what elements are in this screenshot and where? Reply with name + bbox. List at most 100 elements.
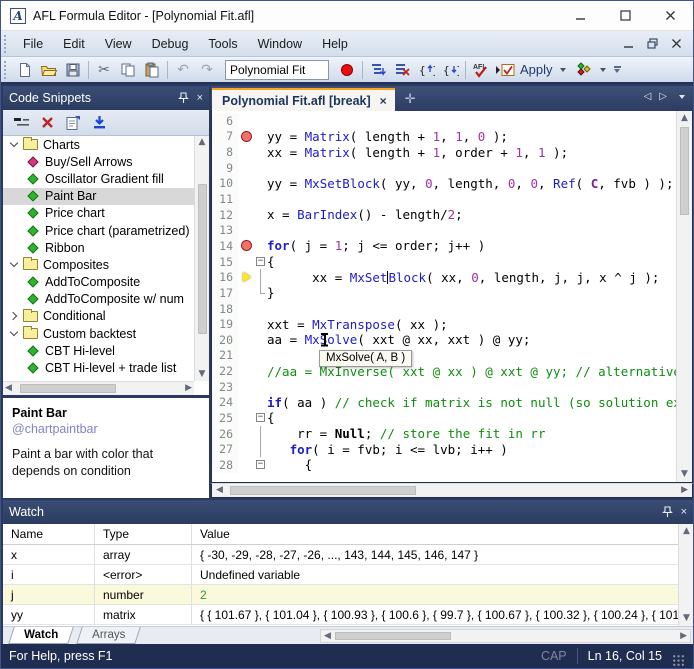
chevron-right-icon[interactable]: [7, 313, 21, 319]
menu-item-tools[interactable]: Tools: [198, 33, 247, 55]
tree-folder-composites[interactable]: Composites: [3, 256, 194, 273]
save-button[interactable]: [61, 58, 85, 81]
scroll-left-icon[interactable]: ◀: [216, 486, 223, 495]
insert-indicator-button[interactable]: [572, 58, 596, 81]
menu-item-view[interactable]: View: [95, 33, 142, 55]
scroll-left-icon[interactable]: ◀: [324, 632, 331, 641]
record-button[interactable]: [335, 58, 359, 81]
watch-row-i[interactable]: i<error>Undefined variable: [3, 565, 693, 585]
code-line[interactable]: 10yy = MxSetBlock( yy, 0, length, 0, 0, …: [212, 176, 676, 192]
collapse-all-button[interactable]: [11, 113, 31, 133]
redo-button[interactable]: ↷: [195, 58, 219, 81]
mdi-minimize-button[interactable]: [619, 36, 637, 52]
code-line[interactable]: 14for( j = 1; j <= order; j++ ): [212, 238, 676, 254]
scroll-right-icon[interactable]: ▶: [681, 486, 688, 495]
code-line[interactable]: 16 xx = MxSetBlock( xx, 0, length, j, j,…: [212, 269, 676, 285]
watch-vertical-scrollbar[interactable]: ▲ ▼: [678, 524, 693, 626]
code-line[interactable]: 11: [212, 191, 676, 207]
scroll-right-icon[interactable]: ▶: [185, 384, 192, 393]
close-icon[interactable]: ×: [197, 92, 203, 104]
fold-collapse-icon[interactable]: −: [256, 413, 265, 422]
apply-dropdown-icon[interactable]: [560, 68, 566, 72]
code-line[interactable]: 25−{: [212, 410, 676, 426]
menu-item-file[interactable]: File: [13, 33, 53, 55]
chevron-down-icon[interactable]: [7, 143, 21, 146]
code-line[interactable]: 6: [212, 113, 676, 129]
close-button[interactable]: [648, 1, 693, 30]
scroll-thumb[interactable]: [198, 184, 207, 334]
scroll-up-icon[interactable]: ▲: [199, 138, 206, 147]
tree-item-cbt-hi-level[interactable]: CBT Hi-level: [3, 342, 194, 359]
tab-scroll-right-icon[interactable]: ▷: [659, 91, 667, 102]
code-line[interactable]: 9: [212, 160, 676, 176]
close-icon[interactable]: ×: [681, 506, 687, 518]
watch-row-x[interactable]: xarray{ -30, -29, -28, -27, -26, ..., 14…: [3, 545, 693, 565]
code-line[interactable]: 12x = BarIndex() - length/2;: [212, 207, 676, 223]
tree-item-cbt-hi-level-trade-list[interactable]: CBT Hi-level + trade list: [3, 359, 194, 376]
maximize-button[interactable]: [603, 1, 648, 30]
document-tab-polynomial-fit[interactable]: Polynomial Fit.afl [break] ×: [212, 88, 395, 111]
scroll-down-icon[interactable]: ▼: [681, 470, 688, 479]
delete-snippet-button[interactable]: [37, 113, 57, 133]
breakpoint-icon[interactable]: [238, 129, 255, 145]
snippets-horizontal-scrollbar[interactable]: ◀ ▶: [3, 381, 194, 395]
tree-item-price-chart-parametrized-[interactable]: Price chart (parametrized): [3, 222, 194, 239]
tree-folder-charts[interactable]: Charts: [3, 136, 194, 153]
watch-column-header[interactable]: Value: [192, 524, 693, 544]
apply-button[interactable]: Apply: [493, 62, 572, 77]
scroll-thumb[interactable]: [335, 632, 451, 640]
indicator-dropdown-icon[interactable]: [600, 68, 606, 72]
mdi-close-button[interactable]: [667, 36, 685, 52]
scroll-up-icon[interactable]: ▲: [683, 527, 690, 536]
tree-folder-custom-backtest[interactable]: Custom backtest: [3, 325, 194, 342]
scroll-thumb[interactable]: [230, 486, 416, 495]
new-tab-icon[interactable]: ✛: [405, 91, 416, 107]
chevron-down-icon[interactable]: [7, 332, 21, 335]
indent-list-button[interactable]: [366, 58, 390, 81]
code-line[interactable]: 21: [212, 348, 676, 364]
fold-collapse-icon[interactable]: −: [256, 460, 265, 469]
scroll-thumb[interactable]: [20, 384, 116, 393]
watch-column-header[interactable]: Name: [3, 524, 95, 544]
scroll-down-icon[interactable]: ▼: [199, 370, 206, 379]
formula-name-combobox[interactable]: [225, 60, 329, 80]
delete-list-button[interactable]: [390, 58, 414, 81]
snippets-vertical-scrollbar[interactable]: ▲ ▼: [194, 136, 209, 381]
open-folder-button[interactable]: [37, 58, 61, 81]
code-line[interactable]: 20aa = MxSolve( xxt @ xx, xxt ) @ yy;: [212, 332, 676, 348]
tree-folder-conditional[interactable]: Conditional: [3, 308, 194, 325]
paste-button[interactable]: [140, 58, 164, 81]
fold-gutter[interactable]: −: [255, 254, 267, 270]
bracket-prev-button[interactable]: { }: [414, 58, 438, 81]
tree-item-oscillator-gradient-fill[interactable]: Oscillator Gradient fill: [3, 170, 194, 187]
resize-grip[interactable]: [672, 654, 685, 667]
code-line[interactable]: 18: [212, 301, 676, 317]
watch-strip-tab-arrays[interactable]: Arrays: [76, 627, 141, 644]
editor-vertical-scrollbar[interactable]: ▲ ▼: [676, 111, 692, 482]
tab-list-dropdown-icon[interactable]: [679, 95, 685, 99]
scroll-right-icon[interactable]: ▶: [680, 632, 687, 641]
breakpoint-icon[interactable]: [238, 238, 255, 254]
scroll-down-icon[interactable]: ▼: [683, 614, 690, 623]
snippet-detail-tag[interactable]: @chartpaintbar: [12, 422, 200, 436]
watch-row-yy[interactable]: yymatrix{ { 101.67 }, { 101.04 }, { 100.…: [3, 605, 693, 625]
code-line[interactable]: 19xxt = MxTranspose( xx );: [212, 316, 676, 332]
menubar-grip[interactable]: [4, 35, 9, 53]
tree-item-addtocomposite[interactable]: AddToComposite: [3, 274, 194, 291]
code-editor[interactable]: 67yy = Matrix( length + 1, 1, 0 );8xx = …: [211, 111, 693, 483]
menu-item-edit[interactable]: Edit: [53, 33, 95, 55]
minimize-button[interactable]: [558, 1, 603, 30]
fold-collapse-icon[interactable]: −: [256, 257, 265, 266]
tab-close-icon[interactable]: ×: [380, 94, 387, 108]
mdi-restore-button[interactable]: [643, 36, 661, 52]
tree-item-buy-sell-arrows[interactable]: Buy/Sell Arrows: [3, 153, 194, 170]
toolbar-overflow-button[interactable]: [614, 66, 621, 73]
tab-scroll-left-icon[interactable]: ◁: [644, 91, 652, 102]
fold-gutter[interactable]: −: [255, 457, 267, 473]
menu-item-debug[interactable]: Debug: [142, 33, 199, 55]
afl-check-button[interactable]: AFL: [469, 58, 493, 81]
tree-item-ribbon[interactable]: Ribbon: [3, 239, 194, 256]
code-line[interactable]: 24if( aa ) // check if matrix is not nul…: [212, 395, 676, 411]
tree-item-paint-bar[interactable]: Paint Bar: [3, 188, 194, 205]
code-line[interactable]: 23: [212, 379, 676, 395]
